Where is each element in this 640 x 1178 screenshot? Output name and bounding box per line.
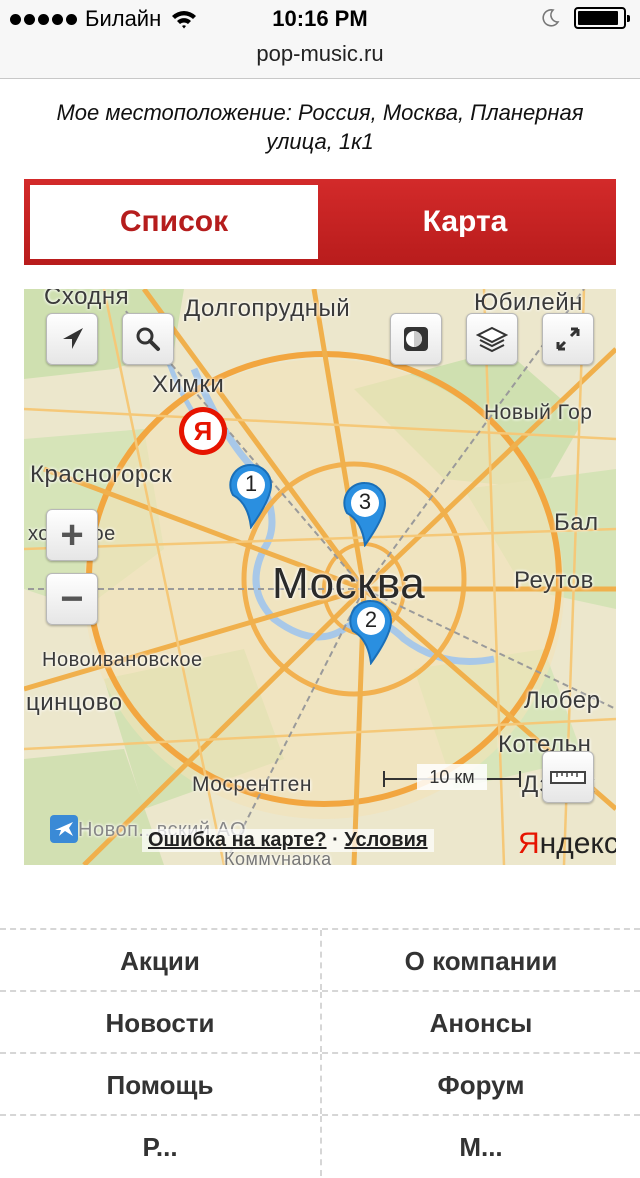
my-location-text: Мое местоположение: Россия, Москва, План…: [56, 100, 584, 154]
menu-item-forum[interactable]: Форум: [320, 1054, 640, 1114]
map-pin-2[interactable]: 2: [348, 599, 394, 666]
pin-number: 3: [358, 489, 372, 514]
traffic-button[interactable]: [390, 313, 442, 365]
menu-row: Новости Анонсы: [0, 990, 640, 1052]
footer-menu: Акции О компании Новости Анонсы Помощь Ф…: [0, 928, 640, 1176]
yandex-logo: Яндекс: [518, 827, 616, 860]
map-label-krasnogorsk: Красногорск: [30, 461, 173, 488]
fullscreen-button[interactable]: [542, 313, 594, 365]
link-separator: ·: [332, 829, 339, 851]
tab-list[interactable]: Список: [30, 185, 318, 259]
menu-row: Акции О компании: [0, 928, 640, 990]
locate-button[interactable]: [46, 313, 98, 365]
pin-number: 2: [364, 607, 378, 632]
map-label-skhodnya: Сходня: [44, 289, 130, 310]
map-footer-links: Ошибка на карте? · Условия: [142, 829, 434, 852]
layers-button[interactable]: [466, 313, 518, 365]
map-label-mosrentgen: Мосрентген: [192, 773, 312, 796]
airport-icon: [50, 815, 78, 843]
map-label-khimki: Химки: [152, 371, 225, 398]
layers-icon: [476, 326, 508, 353]
menu-item-partial-right[interactable]: М...: [320, 1116, 640, 1176]
view-tabs: Список Карта: [24, 179, 616, 265]
ruler-button[interactable]: [542, 751, 594, 803]
scale-label: 10 км: [417, 764, 487, 790]
map-label-novy-gorod: Новый Гор: [484, 401, 593, 424]
yandex-location-marker[interactable]: Я: [179, 407, 227, 455]
menu-item-about[interactable]: О компании: [320, 930, 640, 990]
zoom-in-button[interactable]: +: [46, 509, 98, 561]
menu-item-announcements[interactable]: Анонсы: [320, 992, 640, 1052]
map-pin-3[interactable]: 3: [342, 481, 388, 548]
map-label-bal: Бал: [554, 509, 599, 536]
zoom-out-button[interactable]: −: [46, 573, 98, 625]
tab-map[interactable]: Карта: [320, 185, 610, 259]
map-label-odintsovo: цинцово: [26, 689, 123, 716]
search-icon: [136, 327, 160, 351]
map-label-dolgoprudny: Долгопрудный: [184, 295, 351, 322]
url-text: pop-music.ru: [256, 41, 384, 66]
map-label-novoivanovskoe: Новоивановское: [42, 649, 203, 671]
battery-icon: [574, 7, 630, 29]
pin-number: 1: [244, 471, 258, 496]
moon-icon: [542, 9, 560, 27]
address-bar[interactable]: pop-music.ru: [0, 40, 640, 79]
map-error-link[interactable]: Ошибка на карте?: [148, 829, 327, 851]
menu-row: Помощь Форум: [0, 1052, 640, 1114]
map-label-reutov: Реутов: [514, 567, 594, 594]
map-scale: 10 км: [382, 764, 522, 791]
menu-row: Р... М...: [0, 1114, 640, 1176]
map-label-lyuber: Любер: [524, 687, 601, 714]
traffic-icon: [404, 327, 428, 351]
fullscreen-icon: [556, 327, 580, 351]
map-terms-link[interactable]: Условия: [344, 829, 427, 851]
menu-item-partial-left[interactable]: Р...: [0, 1116, 320, 1176]
menu-item-news[interactable]: Новости: [0, 992, 320, 1052]
menu-item-promotions[interactable]: Акции: [0, 930, 320, 990]
map-view[interactable]: Сходня Долгопрудный Юбилейн Химки Новый …: [24, 289, 616, 865]
menu-item-help[interactable]: Помощь: [0, 1054, 320, 1114]
navigation-arrow-icon: [63, 328, 83, 349]
map-search-button[interactable]: [122, 313, 174, 365]
ruler-icon: [550, 771, 586, 784]
map-pin-1[interactable]: 1: [228, 463, 274, 530]
status-bar: Билайн 10:16 PM: [0, 0, 640, 40]
